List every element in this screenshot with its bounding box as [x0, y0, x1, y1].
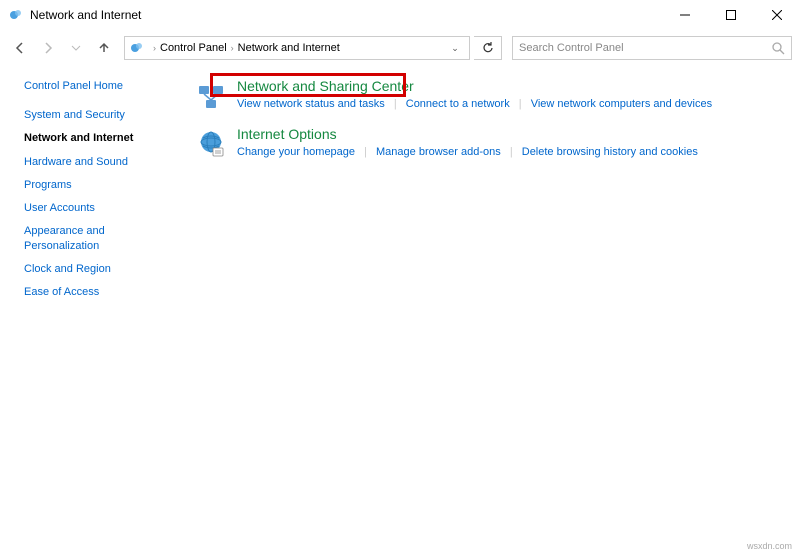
separator: | — [364, 146, 367, 158]
sidebar-item-hardware-sound[interactable]: Hardware and Sound — [24, 155, 175, 169]
link-delete-history[interactable]: Delete browsing history and cookies — [522, 146, 698, 158]
watermark: wsxdn.com — [747, 541, 792, 551]
chevron-right-icon[interactable]: › — [231, 43, 234, 53]
recent-locations-button[interactable] — [64, 36, 88, 60]
maximize-button[interactable] — [708, 0, 754, 30]
search-icon — [771, 41, 785, 55]
sidebar-item-clock-region[interactable]: Clock and Region — [24, 262, 175, 276]
separator: | — [510, 146, 513, 158]
category-internet-options[interactable]: Internet Options — [237, 126, 337, 142]
link-view-network-status[interactable]: View network status and tasks — [237, 98, 385, 110]
breadcrumb-root[interactable]: Control Panel — [160, 42, 227, 54]
minimize-button[interactable] — [662, 0, 708, 30]
up-button[interactable] — [92, 36, 116, 60]
refresh-button[interactable] — [474, 36, 502, 60]
sidebar-home-link[interactable]: Control Panel Home — [24, 80, 175, 92]
app-icon — [8, 7, 24, 23]
sidebar-item-user-accounts[interactable]: User Accounts — [24, 201, 175, 215]
search-input[interactable]: Search Control Panel — [512, 36, 792, 60]
address-bar[interactable]: › Control Panel › Network and Internet ⌄ — [124, 36, 470, 60]
network-sharing-icon — [195, 80, 227, 112]
separator: | — [519, 98, 522, 110]
control-panel-icon — [129, 40, 145, 56]
link-connect-network[interactable]: Connect to a network — [406, 98, 510, 110]
sidebar-item-programs[interactable]: Programs — [24, 178, 175, 192]
sidebar-item-network-internet[interactable]: Network and Internet — [24, 131, 175, 145]
breadcrumb-current[interactable]: Network and Internet — [238, 42, 340, 54]
close-button[interactable] — [754, 0, 800, 30]
back-button[interactable] — [8, 36, 32, 60]
link-manage-addons[interactable]: Manage browser add-ons — [376, 146, 501, 158]
category-network-sharing-center[interactable]: Network and Sharing Center — [237, 78, 414, 94]
sidebar-item-system-security[interactable]: System and Security — [24, 108, 175, 122]
search-placeholder: Search Control Panel — [519, 42, 771, 54]
link-view-network-computers[interactable]: View network computers and devices — [531, 98, 712, 110]
main-content: Network and Sharing Center View network … — [175, 66, 800, 555]
sidebar-item-appearance[interactable]: Appearance and Personalization — [24, 224, 175, 253]
forward-button — [36, 36, 60, 60]
separator: | — [394, 98, 397, 110]
sidebar: Control Panel Home System and Security N… — [0, 66, 175, 555]
sidebar-item-ease-of-access[interactable]: Ease of Access — [24, 285, 175, 299]
link-change-homepage[interactable]: Change your homepage — [237, 146, 355, 158]
window-title: Network and Internet — [30, 8, 662, 22]
chevron-right-icon[interactable]: › — [153, 43, 156, 53]
internet-options-icon — [195, 128, 227, 160]
address-dropdown-button[interactable]: ⌄ — [445, 43, 465, 54]
